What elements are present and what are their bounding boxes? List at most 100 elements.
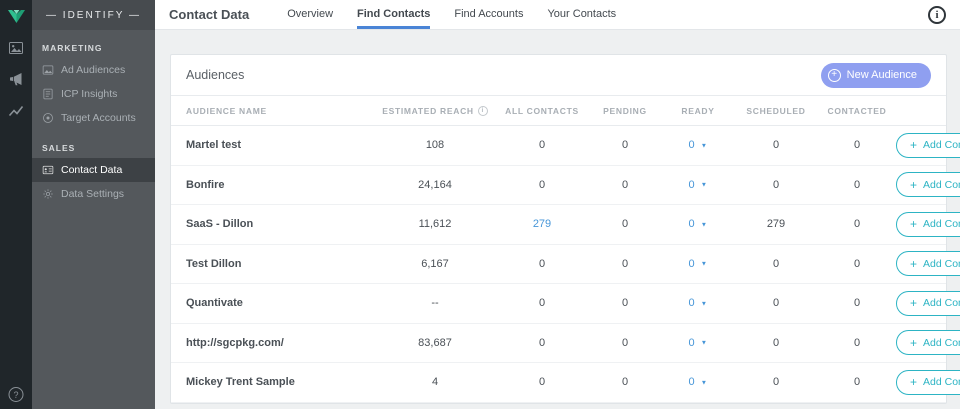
add-contacts-label: Add Contacts (923, 258, 960, 270)
contacted-cell: 0 (818, 337, 896, 349)
add-contacts-label: Add Contacts (923, 337, 960, 349)
image-icon (42, 64, 54, 76)
all-contacts-cell: 0 (496, 376, 588, 388)
estimated-reach-cell: 24,164 (374, 179, 496, 191)
image-rail-icon[interactable] (8, 40, 24, 56)
ready-dropdown[interactable]: 0 ▼ (662, 179, 734, 191)
pending-cell: 0 (588, 297, 662, 309)
ready-dropdown[interactable]: 0 ▼ (662, 337, 734, 349)
scheduled-cell: 0 (734, 258, 818, 270)
estimated-reach-cell: 4 (374, 376, 496, 388)
audience-name-cell: Bonfire (186, 179, 374, 191)
brand-logo-icon[interactable] (7, 8, 26, 25)
estimated-reach-cell: 108 (374, 139, 496, 151)
ready-dropdown[interactable]: 0 ▼ (662, 297, 734, 309)
sidebar-item-label: ICP Insights (61, 88, 117, 100)
tab-overview[interactable]: Overview (287, 0, 333, 29)
sidebar-item-icp-insights[interactable]: ICP Insights (32, 82, 155, 106)
plus-icon: + (910, 139, 917, 151)
table-header-row: AUDIENCE NAME ESTIMATED REACH i ALL CONT… (171, 96, 946, 126)
pending-cell: 0 (588, 179, 662, 191)
column-estimated-reach: ESTIMATED REACH i (374, 106, 496, 116)
column-ready: READY (662, 106, 734, 116)
table-row: Quantivate -- 0 0 0 ▼ 0 0 + Add Contacts… (171, 284, 946, 324)
sidebar-item-contact-data[interactable]: Contact Data (32, 158, 155, 182)
add-contacts-button[interactable]: + Add Contacts (897, 371, 960, 394)
ready-value: 0 (688, 258, 694, 270)
sidebar-item-data-settings[interactable]: Data Settings (32, 182, 155, 206)
estimated-reach-info-icon[interactable]: i (478, 106, 488, 116)
scheduled-cell: 0 (734, 337, 818, 349)
ready-value: 0 (688, 297, 694, 309)
audience-name-cell: Test Dillon (186, 258, 374, 270)
gear-icon (42, 188, 54, 200)
chevron-down-icon: ▼ (700, 260, 706, 267)
tab-find-accounts[interactable]: Find Accounts (454, 0, 523, 29)
add-contacts-split-button: + Add Contacts ▼ (896, 291, 960, 316)
pending-cell: 0 (588, 258, 662, 270)
chevron-down-icon: ▼ (700, 339, 706, 346)
megaphone-rail-icon[interactable] (8, 71, 24, 87)
sidebar-section-marketing: MARKETING (32, 30, 155, 58)
sidebar-item-ad-audiences[interactable]: Ad Audiences (32, 58, 155, 82)
help-icon[interactable]: ? (9, 387, 24, 402)
plus-icon: + (910, 376, 917, 388)
ready-dropdown[interactable]: 0 ▼ (662, 376, 734, 388)
plus-icon: + (910, 337, 917, 349)
add-contacts-label: Add Contacts (923, 179, 960, 191)
estimated-reach-cell: 11,612 (374, 218, 496, 230)
tab-bar: Overview Find Contacts Find Accounts You… (287, 0, 616, 29)
all-contacts-cell[interactable]: 279 (496, 218, 588, 230)
sidebar-item-target-accounts[interactable]: Target Accounts (32, 106, 155, 130)
ready-value: 0 (688, 139, 694, 151)
add-contacts-button[interactable]: + Add Contacts (897, 173, 960, 196)
audience-table-body: Martel test 108 0 0 0 ▼ 0 0 + Add Contac… (171, 126, 946, 403)
audiences-card: Audiences + New Audience AUDIENCE NAME E… (170, 54, 947, 404)
table-row: Martel test 108 0 0 0 ▼ 0 0 + Add Contac… (171, 126, 946, 166)
add-contacts-label: Add Contacts (923, 139, 960, 151)
audience-name-cell: http://sgcpkg.com/ (186, 337, 374, 349)
add-contacts-button[interactable]: + Add Contacts (897, 134, 960, 157)
ready-dropdown[interactable]: 0 ▼ (662, 218, 734, 230)
scheduled-cell: 0 (734, 179, 818, 191)
sidebar-section-sales: SALES (32, 130, 155, 158)
app-root: ? — IDENTIFY — MARKETING Ad Audiences IC… (0, 0, 960, 409)
audience-name-cell: Martel test (186, 139, 374, 151)
scheduled-cell: 0 (734, 139, 818, 151)
new-audience-label: New Audience (847, 69, 917, 81)
all-contacts-cell: 0 (496, 297, 588, 309)
ready-dropdown[interactable]: 0 ▼ (662, 258, 734, 270)
contacted-cell: 0 (818, 297, 896, 309)
chevron-down-icon: ▼ (700, 300, 706, 307)
chevron-down-icon: ▼ (700, 221, 706, 228)
ready-value: 0 (688, 218, 694, 230)
add-contacts-split-button: + Add Contacts ▼ (896, 370, 960, 395)
tab-find-contacts[interactable]: Find Contacts (357, 0, 430, 29)
ready-dropdown[interactable]: 0 ▼ (662, 139, 734, 151)
add-contacts-button[interactable]: + Add Contacts (897, 213, 960, 236)
table-row: Mickey Trent Sample 4 0 0 0 ▼ 0 0 + Add … (171, 363, 946, 403)
row-actions: + Add Contacts ▼ (896, 133, 960, 158)
add-contacts-button[interactable]: + Add Contacts (897, 331, 960, 354)
info-icon[interactable]: i (928, 6, 946, 24)
card-header: Audiences + New Audience (171, 55, 946, 96)
column-scheduled: SCHEDULED (734, 106, 818, 116)
all-contacts-cell: 0 (496, 179, 588, 191)
brand-title: — IDENTIFY — (32, 0, 155, 30)
table-row: http://sgcpkg.com/ 83,687 0 0 0 ▼ 0 0 + … (171, 324, 946, 364)
estimated-reach-cell: 83,687 (374, 337, 496, 349)
add-contacts-button[interactable]: + Add Contacts (897, 292, 960, 315)
tab-your-contacts[interactable]: Your Contacts (547, 0, 616, 29)
row-actions: + Add Contacts ▼ (896, 212, 960, 237)
main-panel: Contact Data Overview Find Contacts Find… (155, 0, 960, 409)
add-contacts-button[interactable]: + Add Contacts (897, 252, 960, 275)
content-area: Audiences + New Audience AUDIENCE NAME E… (155, 30, 960, 409)
row-actions: + Add Contacts ▼ (896, 330, 960, 355)
column-pending: PENDING (588, 106, 662, 116)
row-actions: + Add Contacts ▼ (896, 291, 960, 316)
target-icon (42, 112, 54, 124)
table-row: Test Dillon 6,167 0 0 0 ▼ 0 0 + Add Cont… (171, 245, 946, 285)
chart-rail-icon[interactable] (8, 102, 24, 118)
new-audience-button[interactable]: + New Audience (821, 63, 931, 88)
contacted-cell: 0 (818, 376, 896, 388)
